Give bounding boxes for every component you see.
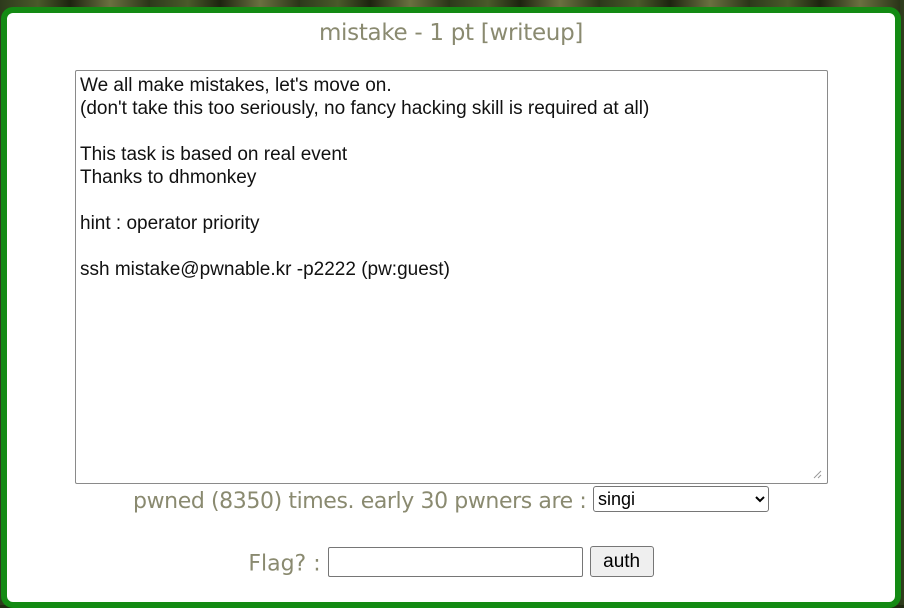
pwned-count-text: pwned (8350) times. early 30 pwners are … [133,489,587,514]
flag-label: Flag? : [248,551,321,577]
challenge-title-row: mistake - 1 pt [writeup] [7,20,895,46]
early-pwners-select[interactable]: singi [592,486,769,512]
pwned-row: pwned (8350) times. early 30 pwners are … [7,486,895,515]
flag-input[interactable] [327,546,583,577]
writeup-link[interactable]: [writeup] [481,20,584,46]
auth-button[interactable]: auth [589,546,654,577]
challenge-description[interactable]: We all make mistakes, let's move on. (do… [75,70,828,484]
flag-row: Flag? : auth [7,546,895,580]
challenge-title: mistake - 1 pt [318,20,474,46]
resize-grip-icon[interactable] [812,469,822,479]
challenge-modal: mistake - 1 pt [writeup] We all make mis… [1,7,901,608]
